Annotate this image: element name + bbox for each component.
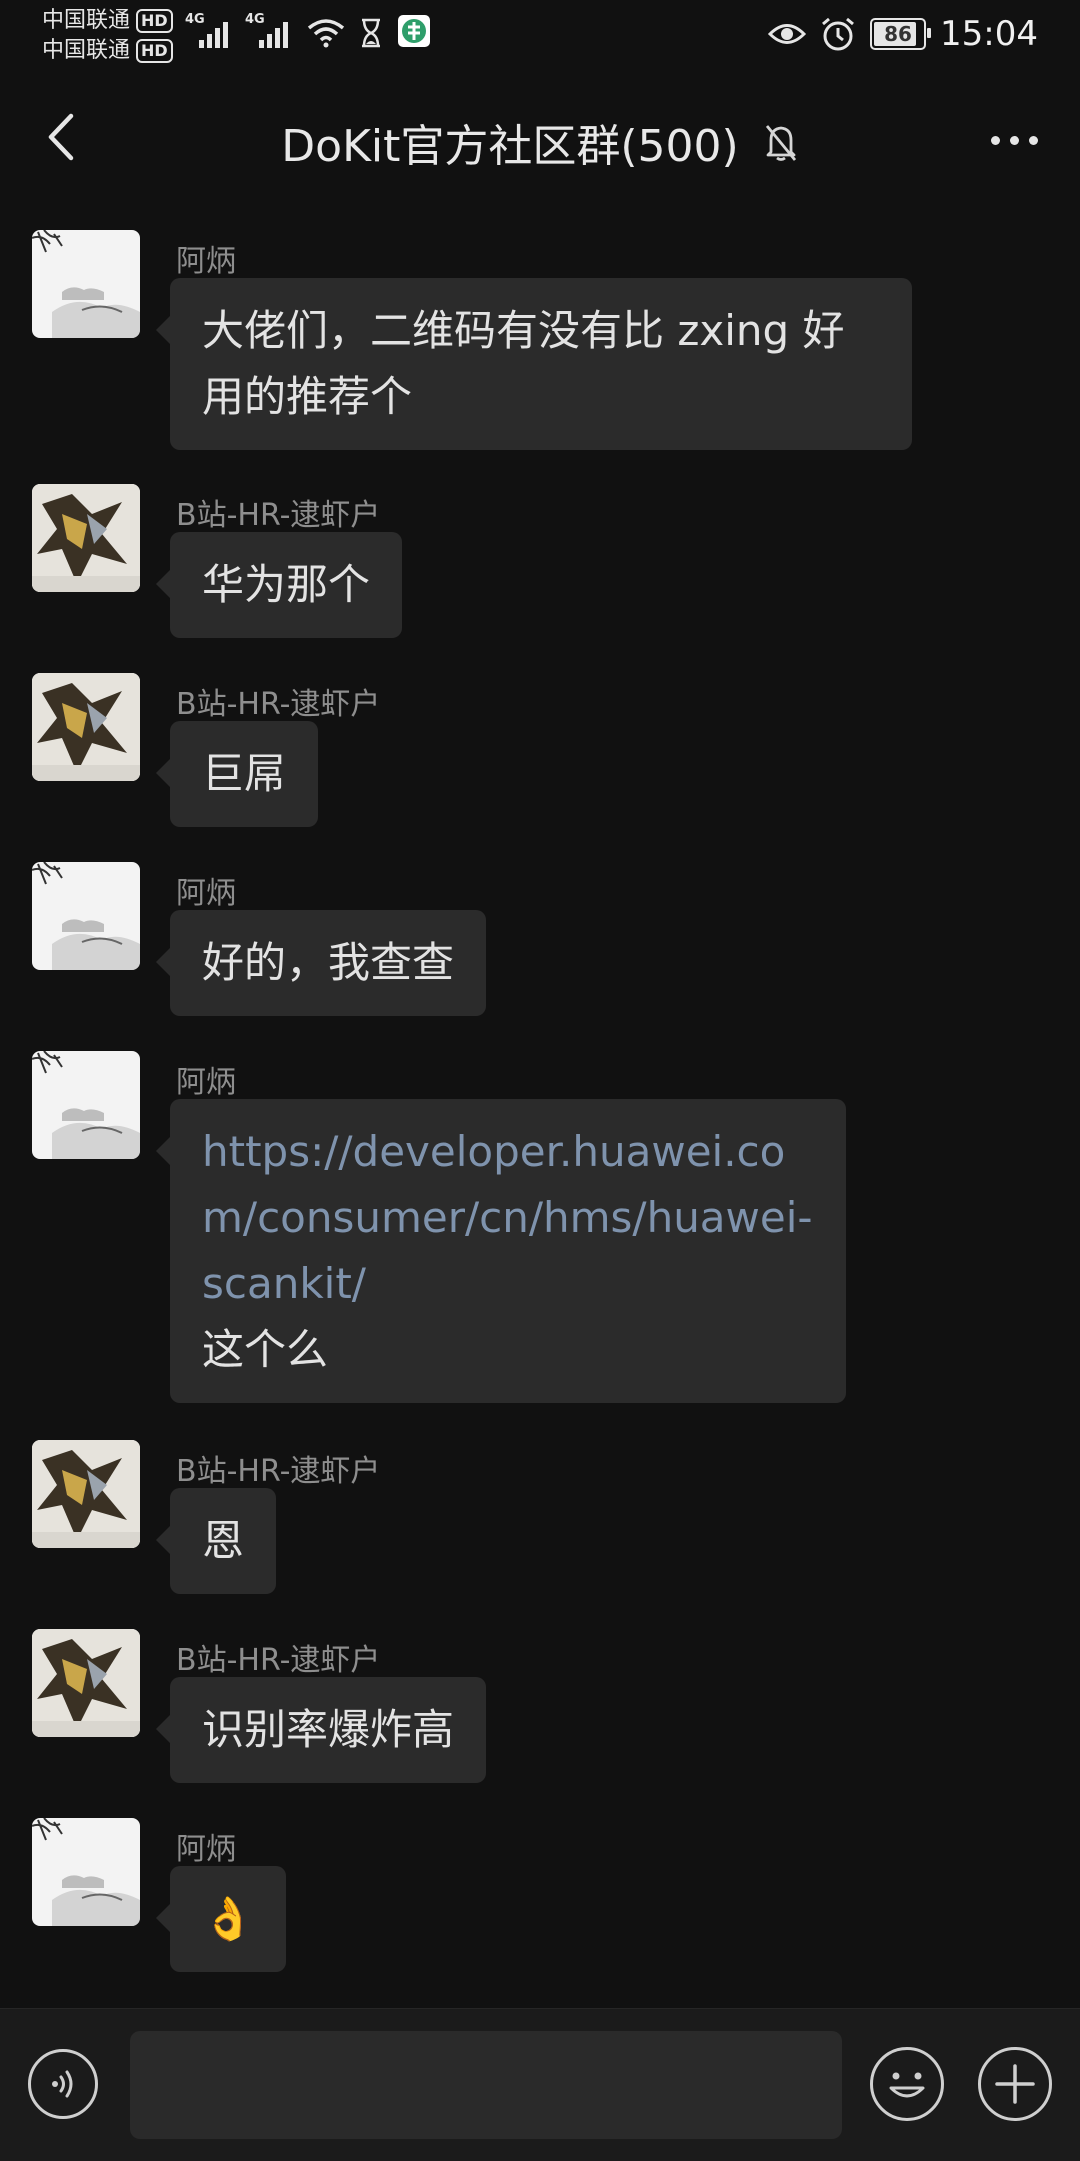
avatar[interactable]: [32, 1440, 140, 1548]
message-bubble[interactable]: 👌: [155, 1866, 287, 1972]
alarm-icon: [822, 17, 854, 51]
chat-input-bar: [0, 2008, 1080, 2161]
battery-icon: 86: [870, 18, 932, 50]
avatar[interactable]: [32, 862, 140, 970]
message-bubble[interactable]: 华为那个: [155, 532, 403, 638]
avatar[interactable]: [32, 1818, 140, 1926]
sender-name: 阿炳: [176, 244, 236, 279]
sender-name: B站-HR-逮虾户: [176, 1454, 381, 1489]
message-text: 巨屌: [202, 749, 287, 798]
message-bubble[interactable]: 识别率爆炸高: [155, 1677, 487, 1783]
message-bubble[interactable]: 恩: [155, 1488, 277, 1594]
sender-name: 阿炳: [176, 1832, 236, 1867]
ink-landscape-avatar-icon: [32, 230, 140, 338]
ink-landscape-avatar-icon: [32, 1051, 140, 1159]
avatar[interactable]: [32, 230, 140, 338]
message-bubble[interactable]: 大佬们，二维码有没有比 zxing 好用的推荐个: [156, 278, 912, 450]
message-text: 大佬们，二维码有没有比 zxing 好用的推荐个: [202, 306, 845, 421]
message-bubble[interactable]: 巨屌: [155, 721, 319, 827]
sender-name: B站-HR-逮虾户: [176, 1643, 381, 1678]
mecha-figure-avatar-icon: [32, 484, 140, 592]
signal-icon: 4G: [185, 12, 228, 48]
avatar[interactable]: [32, 1051, 140, 1159]
sender-name: B站-HR-逮虾户: [176, 687, 381, 722]
hourglass-icon: [362, 18, 380, 48]
avatar[interactable]: [32, 484, 140, 592]
message-text: 恩: [202, 1516, 245, 1565]
ok-hand-emoji: 👌: [202, 1894, 255, 1943]
carrier-info: 中国联通 HD 中国联通 HD: [42, 6, 173, 66]
more-dot-icon: [1028, 135, 1038, 145]
more-options-button[interactable]: [984, 112, 1044, 168]
sender-name: 阿炳: [176, 876, 236, 911]
message-text: 华为那个: [202, 560, 371, 609]
carrier-1: 中国联通: [42, 8, 131, 33]
more-functions-button[interactable]: [978, 2047, 1052, 2121]
eye-icon: [768, 24, 807, 44]
message-bubble[interactable]: https://developer.huawei.com/consumer/cn…: [156, 1099, 846, 1403]
hd-badge: HD: [136, 9, 173, 33]
carrier-2: 中国联通: [42, 38, 131, 63]
chat-header: DoKit官方社区群(500): [0, 72, 1080, 202]
message-text: 识别率爆炸高: [202, 1705, 455, 1754]
signal-icon: 4G: [245, 12, 288, 48]
clock: 15:04: [940, 14, 1038, 54]
hd-badge: HD: [136, 39, 173, 63]
app-notification-icon: [398, 15, 430, 47]
sender-name: 阿炳: [176, 1065, 236, 1100]
smiley-icon: [889, 2072, 925, 2098]
message-text: 好的，我查查: [202, 938, 455, 987]
more-dot-icon: [990, 135, 1000, 145]
ink-landscape-avatar-icon: [32, 1818, 140, 1926]
mute-bell-icon: [765, 125, 796, 161]
voice-input-button[interactable]: [28, 2049, 98, 2119]
message-input[interactable]: [130, 2031, 842, 2139]
status-bar: 中国联通 HD 中国联通 HD 4G 4G 86 15:04: [0, 0, 1080, 72]
mecha-figure-avatar-icon: [32, 673, 140, 781]
voice-wave-icon: [52, 2070, 73, 2098]
more-dot-icon: [1009, 135, 1019, 145]
chat-title: DoKit官方社区群(500): [281, 121, 739, 172]
ink-landscape-avatar-icon: [32, 862, 140, 970]
message-link[interactable]: https://developer.huawei.com/consumer/cn…: [202, 1127, 813, 1308]
emoji-button[interactable]: [870, 2047, 944, 2121]
plus-icon: [995, 2064, 1035, 2104]
wifi-icon: [307, 19, 345, 48]
avatar[interactable]: [32, 1629, 140, 1737]
sender-name: B站-HR-逮虾户: [176, 498, 381, 533]
mecha-figure-avatar-icon: [32, 1629, 140, 1737]
mecha-figure-avatar-icon: [32, 1440, 140, 1548]
avatar[interactable]: [32, 673, 140, 781]
battery-level: 86: [884, 22, 912, 46]
message-bubble[interactable]: 好的，我查查: [155, 910, 487, 1016]
message-text: 这个么: [202, 1325, 329, 1374]
